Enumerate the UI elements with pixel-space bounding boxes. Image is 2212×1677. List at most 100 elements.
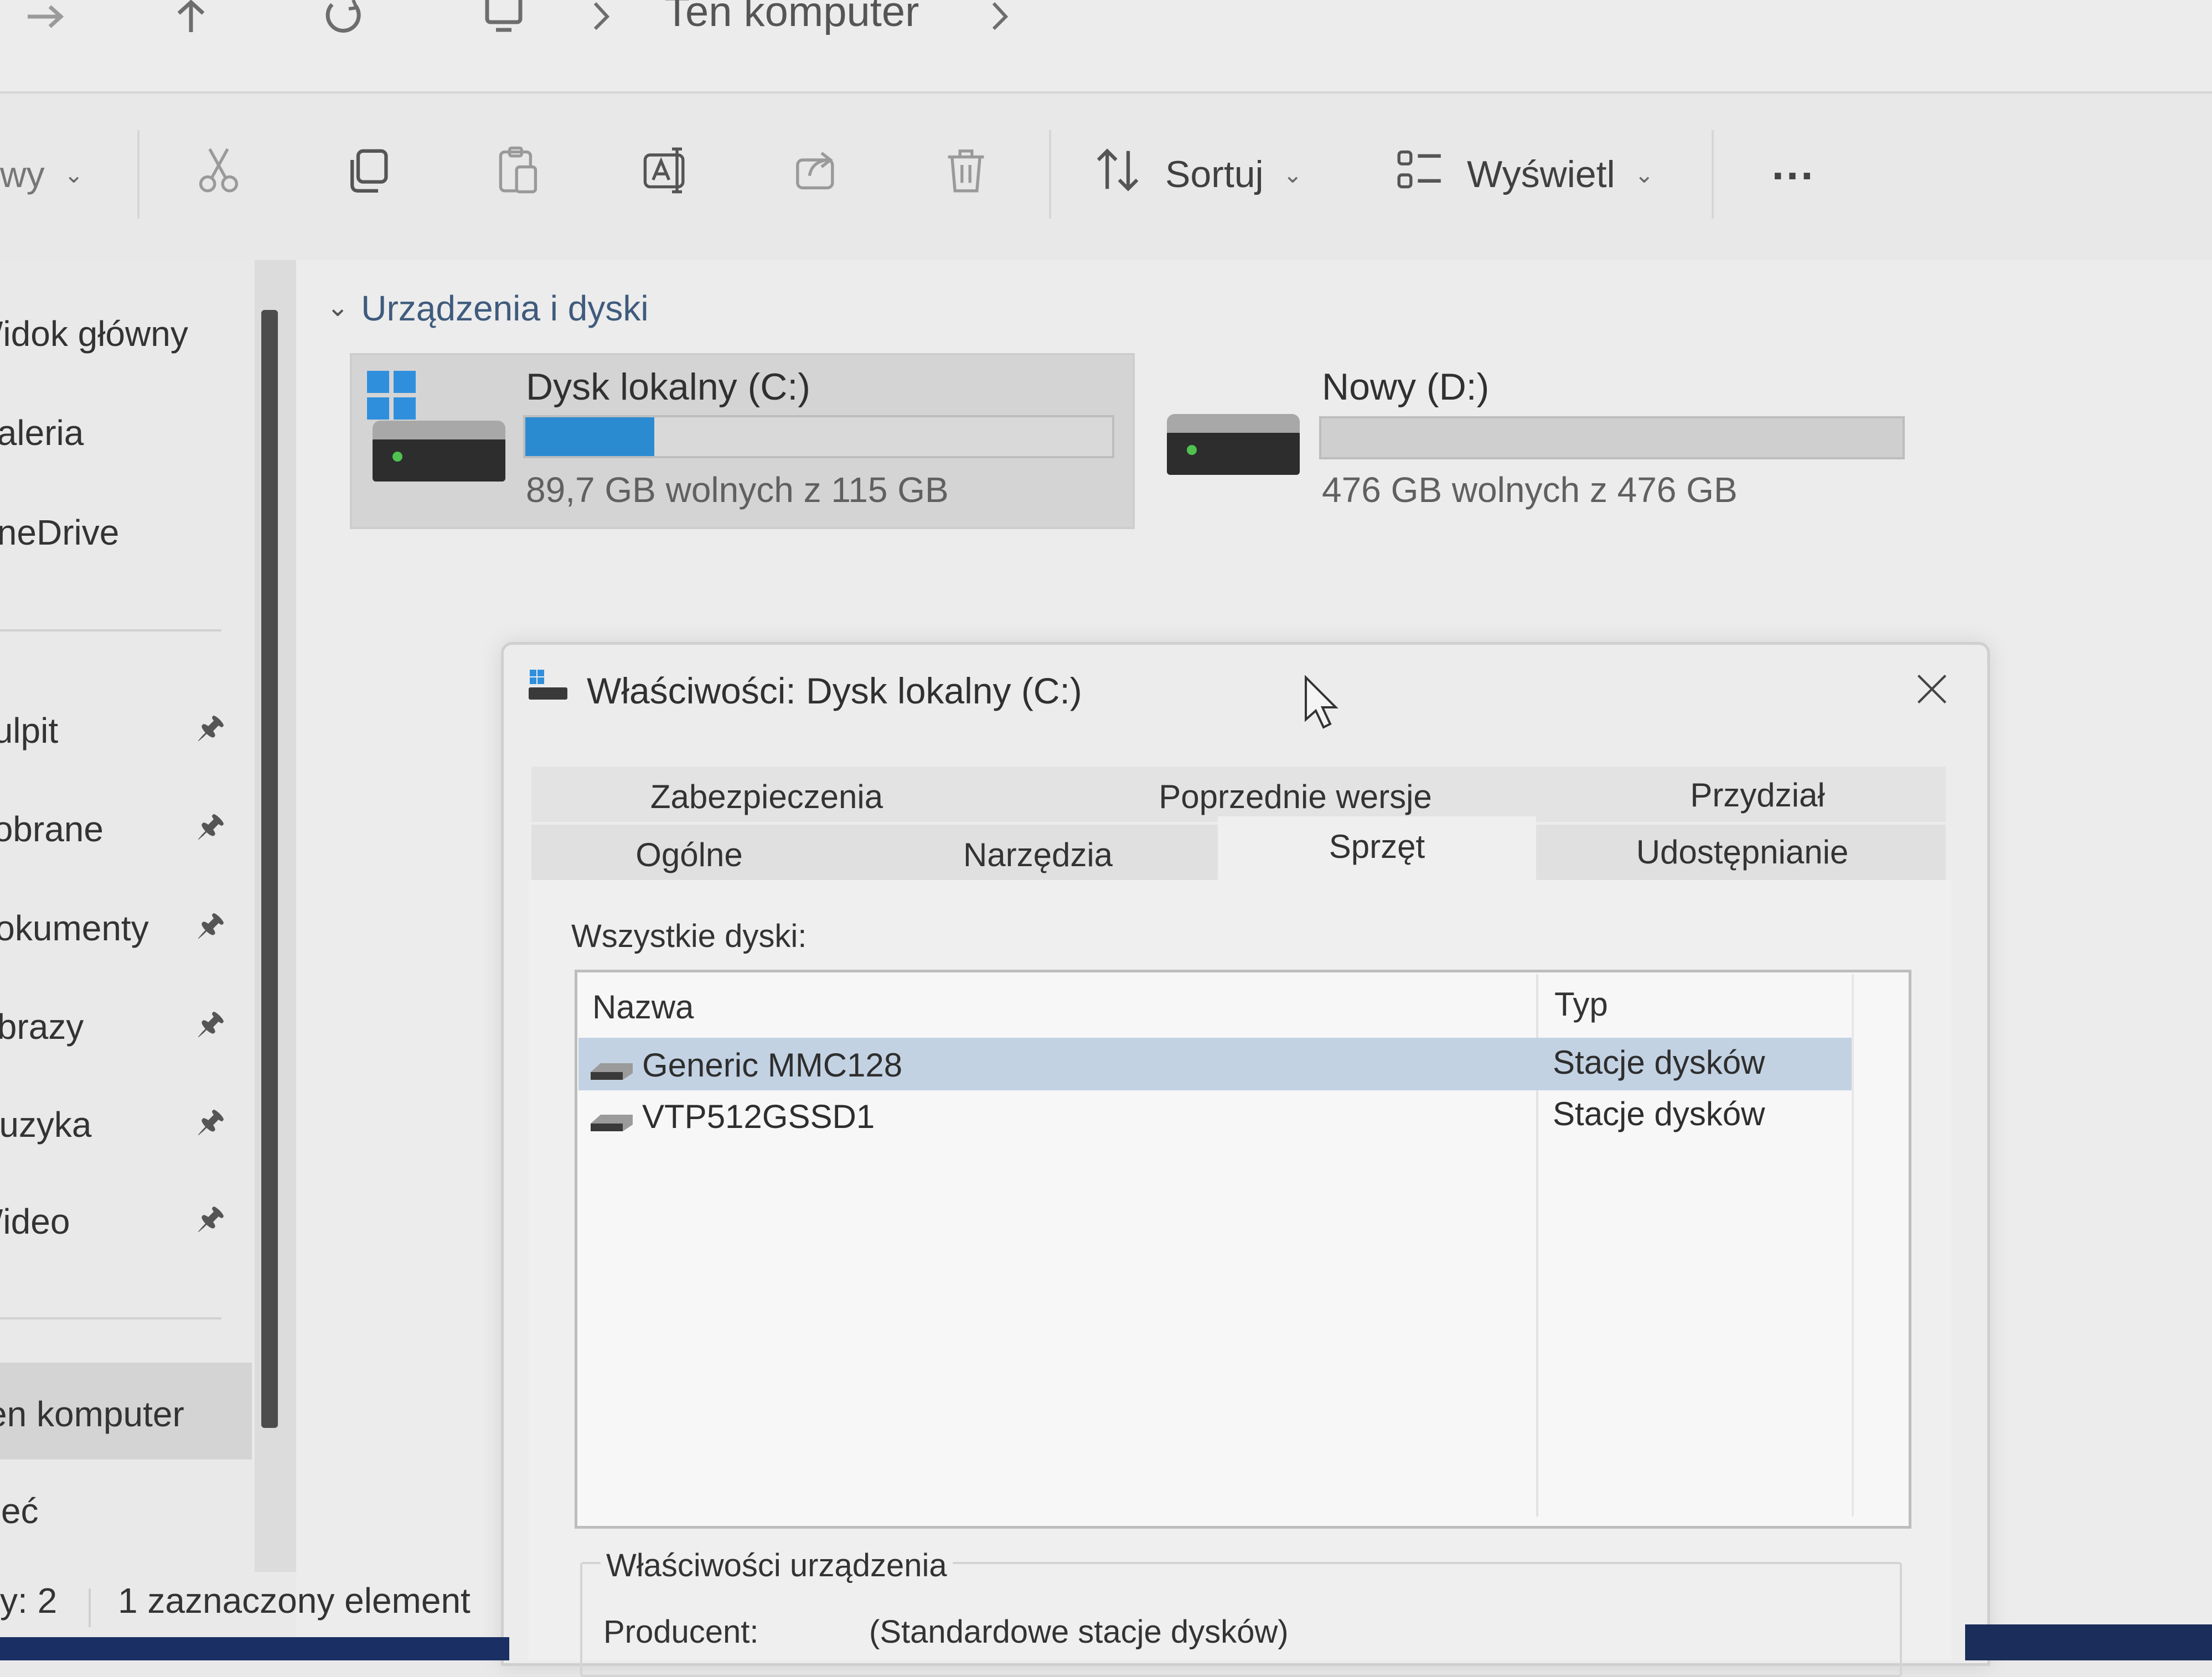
drive-free-space: 476 GB wolnych z 476 GB bbox=[1322, 470, 1738, 510]
drive-usage-bar bbox=[523, 415, 1114, 458]
sidebar-item-label: Muzyka bbox=[0, 1105, 92, 1145]
chevron-right-icon[interactable] bbox=[969, 0, 1030, 39]
chevron-right-icon[interactable] bbox=[570, 0, 631, 39]
sidebar-item-label: Galeria bbox=[0, 413, 84, 453]
breadcrumb-this-pc[interactable]: Ten komputer bbox=[664, 0, 919, 36]
toolbar-divider bbox=[1049, 130, 1051, 219]
table-row-type[interactable]: Stacje dysków bbox=[1553, 1043, 1765, 1081]
sidebar-item-label: Sieć bbox=[0, 1491, 39, 1531]
rename-button[interactable] bbox=[637, 141, 697, 208]
drive-name[interactable]: Nowy (D:) bbox=[1322, 365, 1489, 408]
sidebar-item-gallery[interactable]: Galeria bbox=[0, 394, 246, 472]
more-options-button[interactable]: ... bbox=[1758, 139, 1829, 208]
share-button[interactable] bbox=[786, 141, 847, 208]
dialog-title: Właściwości: Dysk lokalny (C:) bbox=[587, 670, 1082, 711]
sidebar-item-desktop[interactable]: Pulpit 🖈 bbox=[0, 692, 246, 769]
tab-general[interactable]: Ogólne bbox=[531, 825, 847, 886]
producer-value: (Standardowe stacje dysków) bbox=[869, 1614, 1289, 1650]
drive-usage-fill bbox=[525, 417, 655, 456]
table-row-type[interactable]: Stacje dysków bbox=[1553, 1095, 1765, 1133]
sort-icon bbox=[1093, 145, 1143, 204]
tab-hardware[interactable]: Sprzęt bbox=[1218, 816, 1536, 877]
close-button[interactable] bbox=[1904, 664, 1960, 720]
sort-label: Sortuj bbox=[1165, 153, 1264, 195]
chevron-down-icon: ⌄ bbox=[64, 161, 84, 188]
disk-drive-icon bbox=[591, 1063, 633, 1080]
view-button[interactable]: Wyświetl ⌄ bbox=[1395, 141, 1672, 208]
pin-icon: 🖈 bbox=[197, 807, 225, 842]
delete-button[interactable] bbox=[936, 141, 996, 208]
status-selection: 1 zaznaczony element bbox=[118, 1581, 471, 1621]
more-label: ... bbox=[1771, 139, 1816, 189]
sidebar-item-home[interactable]: Widok główny bbox=[0, 295, 246, 372]
producer-label: Producent: bbox=[603, 1614, 759, 1650]
copy-button[interactable] bbox=[338, 141, 399, 208]
device-properties-label: Właściwości urządzenia bbox=[601, 1547, 953, 1584]
group-header-devices[interactable]: ⌄ Urządzenia i dyski bbox=[327, 288, 649, 329]
drive-usage-bar bbox=[1319, 416, 1905, 459]
sidebar-item-label: Dokumenty bbox=[0, 908, 149, 948]
sort-button[interactable]: Sortuj ⌄ bbox=[1093, 141, 1326, 208]
arrow-up-icon[interactable] bbox=[161, 0, 221, 39]
scrollbar-thumb[interactable] bbox=[261, 310, 278, 1428]
status-divider bbox=[89, 1588, 91, 1627]
copy-icon bbox=[343, 145, 393, 204]
hard-drive-icon bbox=[1167, 414, 1300, 475]
new-label: wy bbox=[0, 154, 45, 195]
arrow-right-icon[interactable] bbox=[14, 0, 75, 39]
table-row-name[interactable]: VTP512GSSD1 bbox=[642, 1098, 875, 1136]
trash-icon bbox=[941, 145, 991, 204]
cut-button[interactable] bbox=[188, 141, 249, 208]
sidebar-item-downloads[interactable]: Pobrane 🖈 bbox=[0, 790, 246, 868]
sidebar-item-this-pc[interactable]: Ten komputer bbox=[0, 1375, 246, 1453]
hard-drive-icon bbox=[373, 421, 505, 482]
table-row-name[interactable]: Generic MMC128 bbox=[642, 1046, 902, 1084]
toolbar-divider bbox=[1712, 130, 1714, 219]
share-icon bbox=[792, 145, 841, 204]
pin-icon: 🖈 bbox=[197, 1199, 225, 1235]
sidebar-item-label: Pulpit bbox=[0, 711, 59, 750]
sidebar-item-label: Obrazy bbox=[0, 1007, 84, 1047]
chevron-down-icon: ⌄ bbox=[1634, 161, 1654, 188]
sidebar-item-network[interactable]: Sieć bbox=[0, 1472, 246, 1550]
sidebar-divider bbox=[0, 1317, 221, 1319]
sidebar-item-documents[interactable]: Dokumenty 🖈 bbox=[0, 889, 246, 967]
refresh-icon[interactable] bbox=[313, 0, 374, 39]
column-header-type[interactable]: Typ bbox=[1554, 985, 1608, 1023]
column-header-name[interactable]: Nazwa bbox=[592, 988, 694, 1026]
close-icon bbox=[1913, 664, 1951, 720]
drive-name: Dysk lokalny (C:) bbox=[526, 366, 810, 408]
disk-drive-icon bbox=[591, 1115, 633, 1131]
view-label: Wyświetl bbox=[1467, 153, 1615, 195]
taskbar bbox=[1965, 1624, 2212, 1660]
mouse-cursor-icon bbox=[1305, 675, 1338, 729]
tab-quota[interactable]: Przydział bbox=[1567, 765, 1949, 826]
tab-sharing[interactable]: Udostępnianie bbox=[1536, 822, 1949, 883]
taskbar bbox=[0, 1637, 509, 1660]
status-item-count: y: 2 bbox=[0, 1581, 58, 1621]
toolbar-divider bbox=[137, 130, 139, 219]
new-button[interactable]: wy ⌄ bbox=[0, 141, 111, 208]
monitor-icon[interactable] bbox=[473, 0, 534, 39]
pin-icon: 🖈 bbox=[197, 906, 225, 941]
paste-button[interactable] bbox=[487, 141, 548, 208]
sidebar-item-onedrive[interactable]: OneDrive bbox=[0, 494, 246, 571]
sidebar-item-label: Pobrane bbox=[0, 809, 104, 849]
drive-icon bbox=[529, 670, 567, 703]
view-list-icon bbox=[1395, 145, 1445, 204]
sidebar-item-label: Ten komputer bbox=[0, 1394, 184, 1434]
sidebar-divider bbox=[0, 629, 221, 632]
group-header-label: Urządzenia i dyski bbox=[361, 288, 649, 328]
pin-icon: 🖈 bbox=[197, 1005, 225, 1040]
sidebar-item-label: Widok główny bbox=[0, 314, 188, 354]
tab-security[interactable]: Zabezpieczenia bbox=[531, 767, 1002, 827]
chevron-down-icon: ⌄ bbox=[327, 293, 349, 322]
sidebar-item-pictures[interactable]: Obrazy 🖈 bbox=[0, 988, 246, 1065]
sidebar-item-music[interactable]: Muzyka 🖈 bbox=[0, 1086, 246, 1163]
pin-icon: 🖈 bbox=[197, 708, 225, 744]
sidebar-item-videos[interactable]: Wideo 🖈 bbox=[0, 1183, 246, 1260]
clipboard-icon bbox=[493, 145, 542, 204]
tab-tools[interactable]: Narzędzia bbox=[855, 825, 1221, 886]
drive-free-space: 89,7 GB wolnych z 115 GB bbox=[526, 470, 949, 510]
windows-logo-icon bbox=[367, 371, 416, 420]
